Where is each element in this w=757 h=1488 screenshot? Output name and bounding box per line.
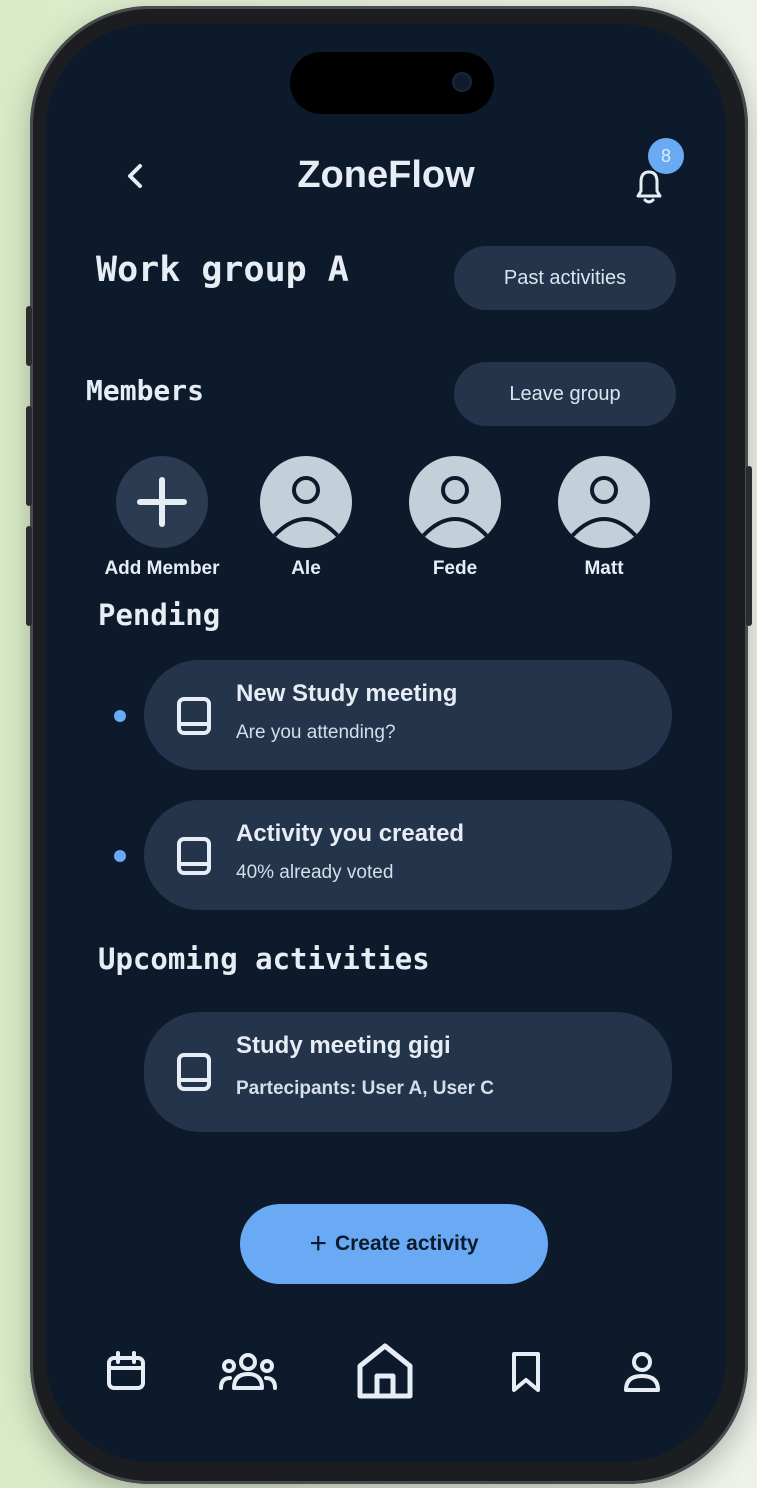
group-title: Work group A — [96, 250, 349, 290]
member-matt[interactable]: Matt — [544, 456, 664, 580]
upcoming-card[interactable]: Study meeting gigi Partecipants: User A,… — [144, 1012, 672, 1132]
avatar[interactable] — [260, 456, 352, 548]
card-subtitle: Are you attending? — [236, 722, 396, 743]
user-icon[interactable] — [620, 1350, 664, 1394]
create-activity-button[interactable]: + Create activity — [240, 1204, 548, 1284]
add-member-circle[interactable] — [116, 456, 208, 548]
camera-icon — [452, 72, 472, 92]
notification-badge: 8 — [648, 138, 684, 174]
app-screen: ZoneFlow 8 Work group A Past activities … — [46, 24, 726, 1462]
member-name: Matt — [584, 558, 624, 579]
home-icon[interactable] — [352, 1338, 418, 1404]
person-icon — [421, 476, 489, 538]
person-icon — [570, 476, 638, 538]
card-title: Study meeting gigi — [236, 1032, 451, 1059]
calendar-icon[interactable] — [104, 1350, 148, 1394]
member-ale[interactable]: Ale — [246, 456, 366, 580]
unread-dot — [114, 850, 126, 862]
past-activities-button[interactable]: Past activities — [454, 246, 676, 310]
upcoming-heading: Upcoming activities — [98, 942, 430, 976]
pending-card[interactable]: Activity you created 40% already voted — [144, 800, 672, 910]
card-title: Activity you created — [236, 820, 465, 847]
bookmark-icon[interactable] — [504, 1350, 548, 1394]
action-button — [26, 306, 32, 366]
avatar[interactable] — [558, 456, 650, 548]
volume-up-button — [26, 406, 32, 506]
power-button — [746, 466, 752, 626]
book-icon — [177, 837, 211, 875]
member-name: Fede — [432, 558, 478, 579]
add-member-button[interactable]: Add Member — [102, 456, 222, 580]
card-title: New Study meeting — [236, 680, 458, 707]
unread-dot — [114, 710, 126, 722]
member-name: Ale — [291, 558, 321, 579]
leave-group-button[interactable]: Leave group — [454, 362, 676, 426]
plus-icon — [137, 477, 187, 527]
volume-down-button — [26, 526, 32, 626]
create-activity-label: Create activity — [334, 1232, 479, 1255]
members-heading: Members — [86, 374, 205, 407]
card-subtitle: 40% already voted — [236, 862, 394, 883]
member-fede[interactable]: Fede — [395, 456, 515, 580]
app-title: ZoneFlow — [297, 154, 475, 196]
avatar[interactable] — [409, 456, 501, 548]
book-icon — [177, 1053, 211, 1091]
plus-icon: + — [309, 1227, 327, 1260]
people-icon[interactable] — [218, 1350, 278, 1394]
book-icon — [177, 697, 211, 735]
card-subtitle: Partecipants: User A, User C — [236, 1078, 495, 1099]
pending-heading: Pending — [98, 598, 221, 632]
person-icon — [272, 476, 340, 538]
dynamic-island — [290, 52, 494, 114]
member-name: Add Member — [104, 558, 220, 579]
pending-card[interactable]: New Study meeting Are you attending? — [144, 660, 672, 770]
